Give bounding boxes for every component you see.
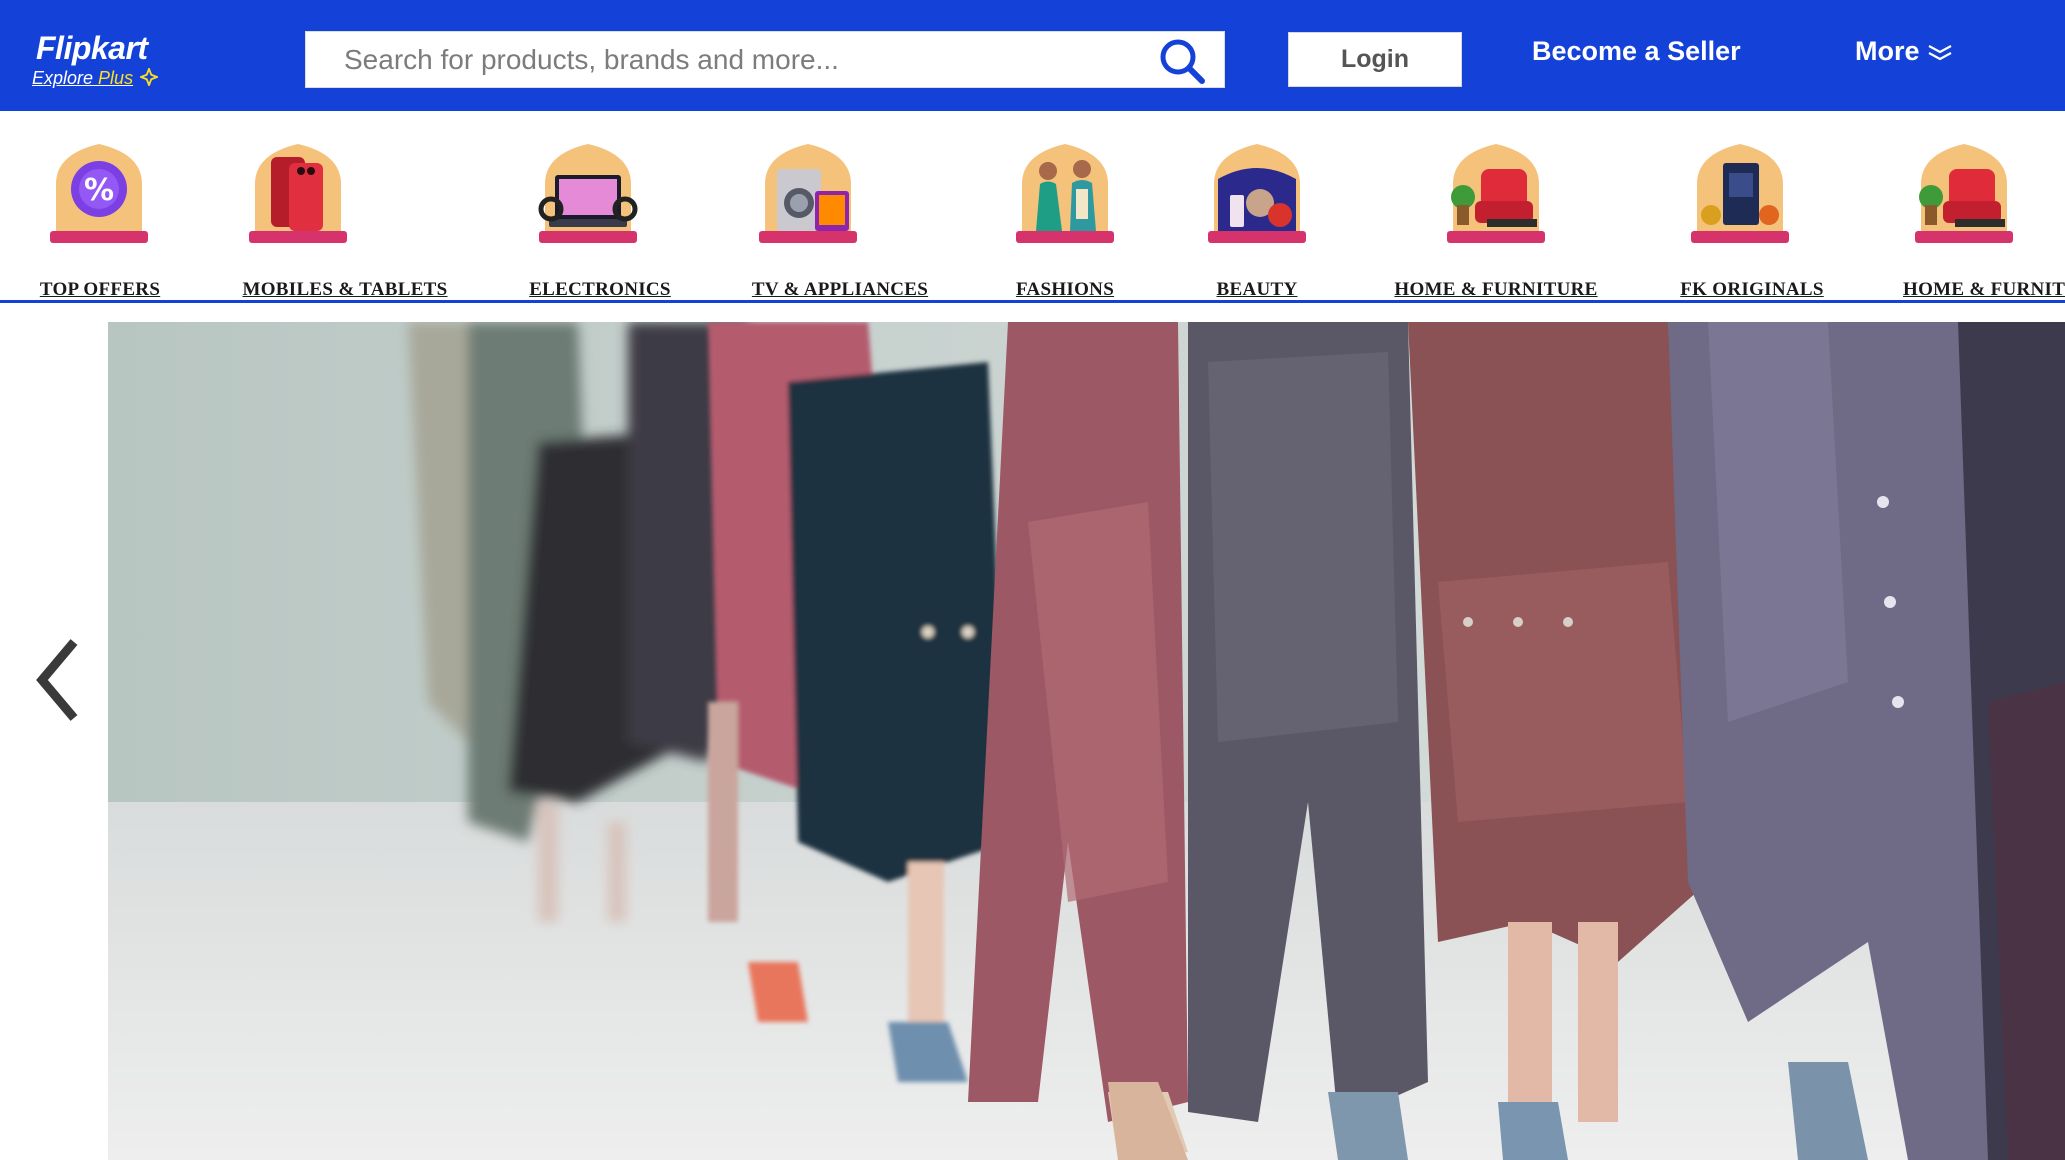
- category-mobiles-tablets[interactable]: MOBILES & TABLETS: [235, 139, 455, 300]
- category-electronics[interactable]: ELECTRONICS: [490, 139, 710, 300]
- chevron-down-icon: [1927, 44, 1952, 60]
- search-input[interactable]: [306, 32, 1146, 87]
- category-label: FK ORIGINALS: [1680, 279, 1824, 300]
- category-label: HOME & FURNIT: [1903, 279, 2065, 300]
- washing-machine-icon: [759, 144, 857, 243]
- armchair-icon: [1447, 144, 1545, 243]
- search-button[interactable]: [1152, 36, 1212, 86]
- search-bar: [305, 31, 1225, 88]
- beauty-products-icon: [1208, 144, 1306, 243]
- logo-plus-text: Plus: [98, 68, 134, 88]
- category-home-furniture-2[interactable]: HOME & FURNIT: [1895, 139, 2065, 300]
- category-strip: % TOP OFFERS MOBILES & TABLETS ELECTRONI…: [0, 111, 2065, 303]
- category-label: BEAUTY: [1216, 279, 1298, 300]
- flipkart-logo[interactable]: Flipkart Explore Plus: [32, 30, 172, 90]
- more-label: More: [1855, 36, 1920, 66]
- top-header: Flipkart Explore Plus Login Become a Sel…: [0, 0, 2065, 111]
- category-beauty[interactable]: BEAUTY: [1147, 139, 1367, 300]
- category-home-furniture[interactable]: HOME & FURNITURE: [1386, 139, 1606, 300]
- category-top-offers[interactable]: % TOP OFFERS: [0, 139, 210, 300]
- category-label: TOP OFFERS: [39, 279, 161, 300]
- laptop-icon: [538, 144, 638, 243]
- more-menu[interactable]: More: [1855, 36, 1954, 67]
- category-label: HOME & FURNITURE: [1394, 279, 1598, 300]
- category-label: TV & APPLIANCES: [751, 279, 929, 300]
- plus-star-icon: [140, 68, 158, 86]
- category-fk-originals[interactable]: FK ORIGINALS: [1642, 139, 1862, 300]
- category-tv-appliances[interactable]: TV & APPLIANCES: [730, 139, 950, 300]
- logo-name: Flipkart: [36, 30, 148, 66]
- mobile-phone-icon: [249, 144, 347, 243]
- fashion-couple-icon: [1016, 144, 1114, 243]
- svg-text:%: %: [84, 173, 114, 208]
- search-icon: [1160, 39, 1205, 84]
- category-label: FASHIONS: [1015, 279, 1115, 300]
- fashion-runway-photo: [108, 322, 2065, 1160]
- category-fashions[interactable]: FASHIONS: [955, 139, 1175, 300]
- fk-originals-icon: [1691, 144, 1789, 243]
- chevron-left-icon: [36, 639, 78, 721]
- category-label: ELECTRONICS: [529, 279, 671, 300]
- offer-badge-icon: %: [50, 144, 148, 243]
- category-label: MOBILES & TABLETS: [242, 279, 448, 300]
- hero-banner[interactable]: [108, 322, 2065, 1160]
- armchair-icon: [1915, 144, 2013, 243]
- login-button[interactable]: Login: [1288, 32, 1462, 87]
- logo-explore-plus: Explore Plus: [32, 68, 133, 89]
- carousel-prev-button[interactable]: [28, 630, 88, 730]
- logo-explore-text: Explore: [32, 68, 94, 88]
- become-seller-link[interactable]: Become a Seller: [1532, 36, 1741, 67]
